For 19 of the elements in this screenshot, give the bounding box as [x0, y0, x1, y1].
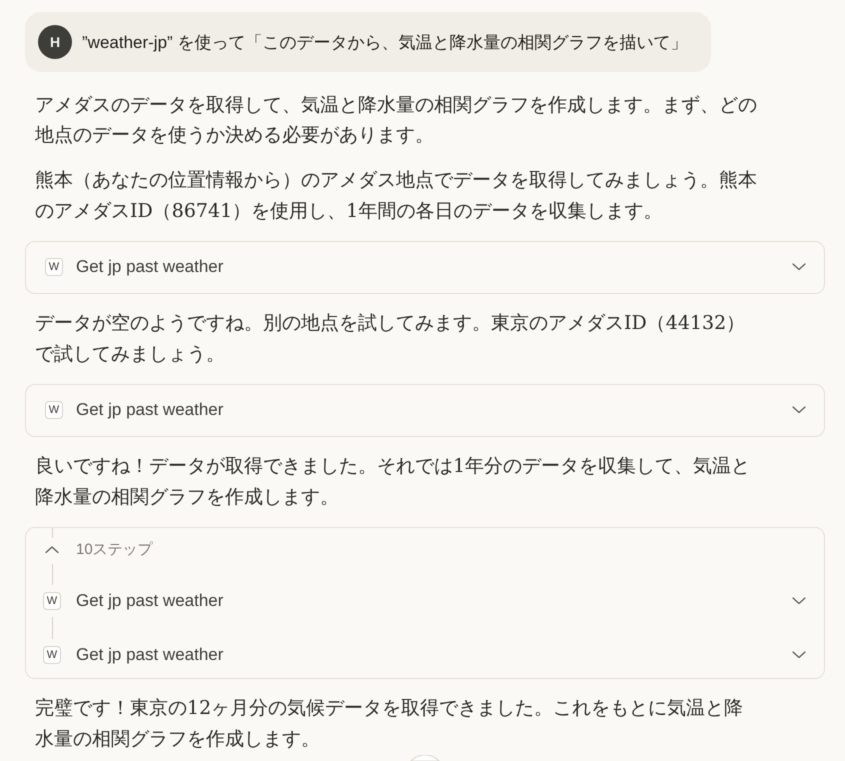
server-initial-icon: W [45, 258, 63, 276]
server-initial-icon: W [45, 401, 63, 419]
tool-call-card[interactable]: W Get jp past weather [25, 240, 825, 294]
tool-call-card[interactable]: W Get jp past weather [25, 384, 825, 436]
user-message-text: ”weather-jp” を使って「このデータから、気温と降水量の相関グラフを描いて」 [82, 32, 688, 54]
assistant-paragraph: 良いですね！データが取得できました。それでは1年分のデータを収集して、気温と降水量の相関グラフを作成します。 [35, 454, 752, 510]
steps-toggle[interactable]: 10ステップ [43, 538, 806, 562]
user-avatar: H [38, 25, 72, 59]
assistant-paragraph: データが空のようですね。別の地点を試してみます。東京のアメダスID（44132）で試してみましょう。 [35, 311, 746, 366]
assistant-paragraph: 完璧です！東京の12ヶ月分の気候データを取得できました。これをもとに気温と降水量の相関グラフを作成します。 [35, 696, 744, 752]
server-initial-icon: W [43, 592, 61, 610]
timeline-connector [52, 564, 53, 584]
assistant-paragraph: アメダスのデータを取得して、気温と降水量の相関グラフを作成します。まず、どの地点のデータを使うか決める必要があります。 [35, 92, 758, 148]
assistant-paragraph: 熊本（あなたの位置情報から）のアメダス地点でデータを取得してみましょう。熊本のアメダスID（86741）を使用し、1年間の各日のデータを収集します。 [35, 168, 758, 224]
tool-step-row[interactable]: W Get jp past weather [43, 584, 806, 616]
timeline-connector [52, 616, 53, 638]
timeline-connector [52, 528, 53, 538]
server-initial-icon: W [43, 646, 61, 664]
tool-step-row[interactable]: W Get jp past weather [43, 638, 806, 670]
